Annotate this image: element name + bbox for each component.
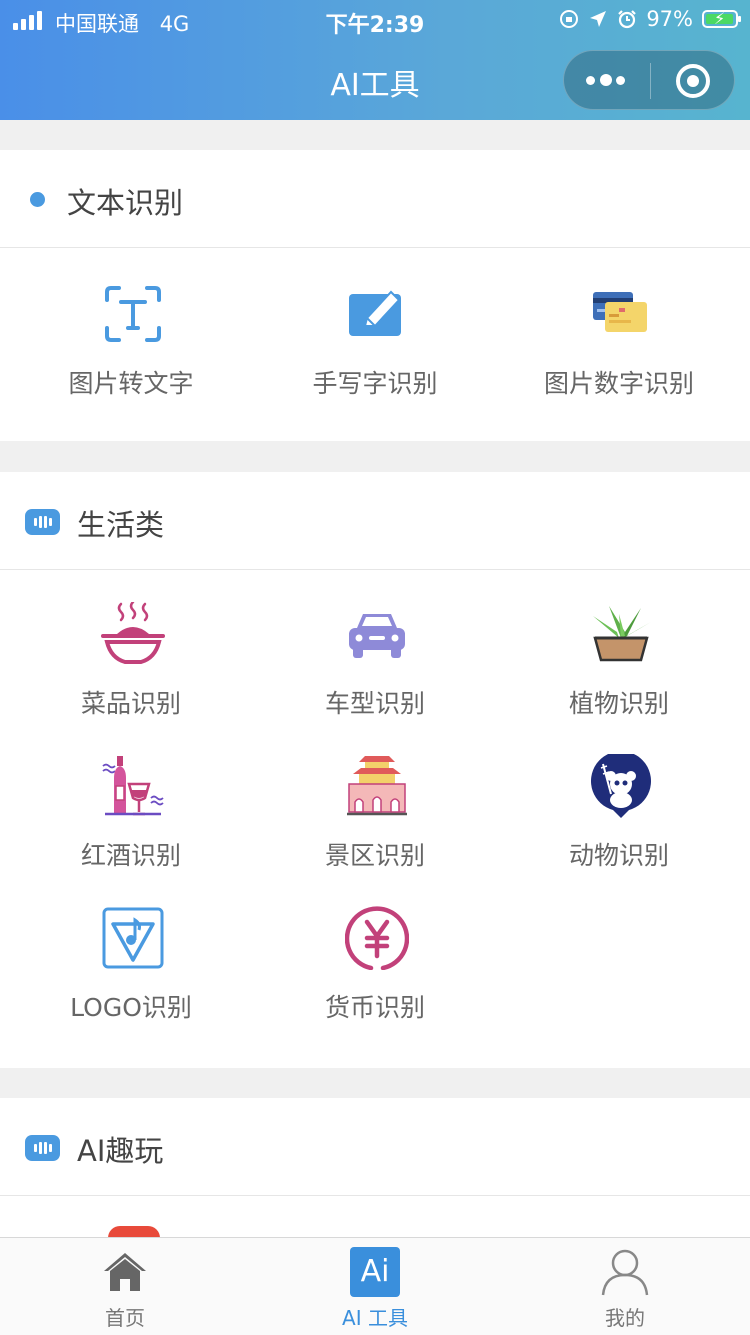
tool-label: 图片转文字 — [68, 369, 194, 398]
rotation-lock-icon — [560, 10, 579, 28]
ai-icon: Ai — [350, 1247, 400, 1297]
tab-home[interactable]: 首页 — [0, 1238, 250, 1335]
battery-icon: ⚡ — [702, 9, 741, 28]
section-life: 生活类 菜品识别 车型识别 植物识别 红酒识别 景区识别 动物识别 LOGO识别… — [0, 472, 750, 1068]
capsule-divider — [650, 63, 651, 99]
tool-label: 货币识别 — [324, 993, 425, 1022]
section-title: 生活类 — [77, 508, 165, 542]
tool-label: 红酒识别 — [80, 841, 181, 870]
section-header: 生活类 — [0, 472, 750, 570]
top-header: 中国联通 4G 下午2:39 97% ⚡ AI工具 — [0, 0, 750, 120]
tool-car[interactable]: 车型识别 — [250, 602, 500, 742]
tool-image-digits[interactable]: 图片数字识别 — [494, 282, 744, 422]
close-target-icon[interactable] — [676, 64, 710, 98]
cards-icon — [593, 292, 647, 332]
tool-wine[interactable]: 红酒识别 — [6, 754, 256, 894]
tool-animal[interactable]: 动物识别 — [494, 754, 744, 894]
potted-plant-icon — [593, 606, 651, 662]
tool-label: 动物识别 — [568, 841, 669, 870]
tool-dish[interactable]: 菜品识别 — [6, 602, 256, 742]
section-ai-fun: AI趣玩 — [0, 1098, 750, 1238]
mini-program-capsule — [563, 50, 735, 110]
panda-icon — [591, 754, 651, 818]
bullet-dot-icon — [30, 192, 45, 207]
tab-label: 我的 — [605, 1306, 645, 1330]
bottom-tabbar: 首页 Ai AI 工具 我的 — [0, 1237, 750, 1335]
alarm-icon — [618, 10, 637, 29]
user-icon — [601, 1249, 649, 1296]
tool-currency[interactable]: 货币识别 — [250, 906, 500, 1046]
status-bar: 中国联通 4G 下午2:39 97% ⚡ — [0, 0, 750, 42]
sound-wave-badge-icon — [25, 509, 60, 535]
tab-ai-tools[interactable]: Ai AI 工具 — [250, 1238, 500, 1335]
wine-icon — [102, 756, 164, 816]
tool-plant[interactable]: 植物识别 — [494, 602, 744, 742]
dish-bowl-icon — [101, 602, 165, 664]
tool-logo[interactable]: LOGO识别 — [6, 906, 256, 1046]
tool-image-to-text[interactable]: 图片转文字 — [6, 282, 256, 422]
section-title: 文本识别 — [67, 186, 184, 220]
tab-mine[interactable]: 我的 — [500, 1238, 750, 1335]
tool-label: 植物识别 — [568, 689, 669, 718]
tab-label: AI 工具 — [342, 1306, 408, 1330]
home-icon — [104, 1253, 146, 1291]
tool-scenic[interactable]: 景区识别 — [250, 754, 500, 894]
pencil-edit-icon — [349, 290, 401, 336]
tab-label: 首页 — [105, 1306, 145, 1330]
section-text-recognition: 文本识别 图片转文字 手写字识别 图片数字识别 — [0, 150, 750, 441]
tool-label: 景区识别 — [324, 841, 425, 870]
section-header: 文本识别 — [0, 150, 750, 248]
landmark-gate-icon — [347, 756, 407, 816]
section-header: AI趣玩 — [0, 1098, 750, 1196]
car-icon — [349, 614, 405, 658]
tool-label: 图片数字识别 — [543, 369, 694, 398]
location-arrow-icon — [590, 11, 607, 27]
tool-label: 车型识别 — [324, 689, 425, 718]
sound-wave-badge-icon — [25, 1135, 60, 1161]
text-frame-icon — [105, 286, 161, 342]
section-title: AI趣玩 — [77, 1134, 164, 1168]
tool-label: 菜品识别 — [80, 689, 181, 718]
logo-triangle-icon — [102, 907, 164, 969]
tool-label: 手写字识别 — [312, 369, 438, 398]
ai-badge-text: Ai — [350, 1247, 400, 1297]
more-dots-icon[interactable] — [586, 69, 632, 91]
tool-handwriting[interactable]: 手写字识别 — [250, 282, 500, 422]
status-right: 97% ⚡ — [559, 7, 741, 31]
tool-label: LOGO识别 — [70, 993, 192, 1022]
yuan-coin-icon — [345, 906, 409, 970]
battery-percent: 97% — [646, 7, 693, 31]
